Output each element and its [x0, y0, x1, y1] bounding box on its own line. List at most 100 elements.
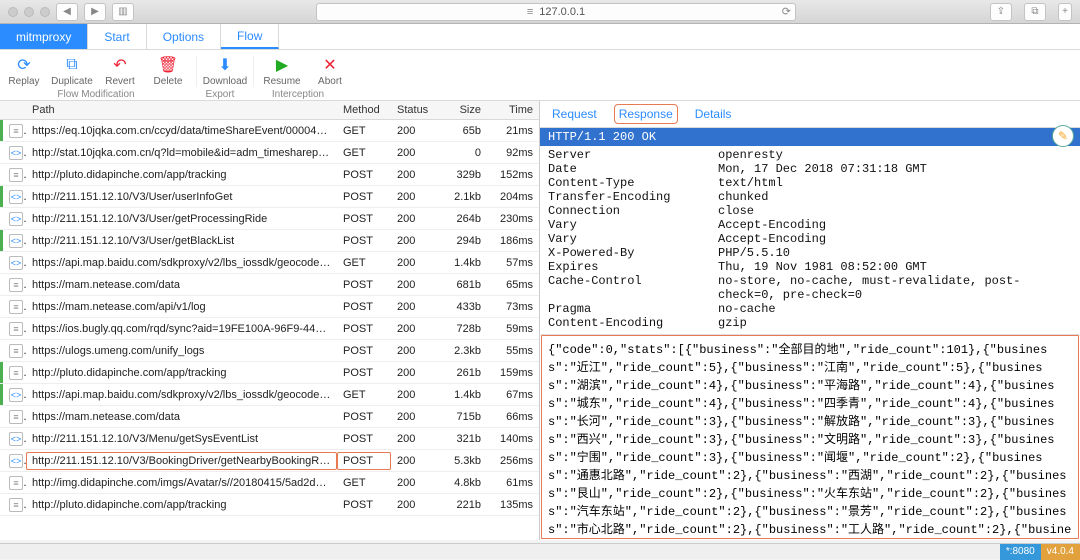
- close-dot[interactable]: [8, 7, 18, 17]
- window-titlebar: ◀ ▶ ▥ ≡ 127.0.0.1 ⟳ ⇪ ⧉ +: [0, 0, 1080, 24]
- flow-time: 57ms: [487, 254, 539, 272]
- resp-tab-response[interactable]: Response: [615, 105, 677, 123]
- flow-type-icon: ≡: [9, 322, 23, 336]
- add-tab-icon[interactable]: +: [1058, 3, 1072, 21]
- resp-tab-details[interactable]: Details: [691, 105, 736, 123]
- flow-status: 200: [391, 496, 435, 514]
- flow-type-icon: ≡: [9, 300, 23, 314]
- flow-type-icon: ≡: [9, 498, 23, 512]
- flow-method: POST: [337, 342, 391, 360]
- delete-button[interactable]: 🗑Delete: [144, 54, 192, 89]
- flow-row[interactable]: <>http://211.151.12.10/V3/User/userInfoG…: [0, 186, 539, 208]
- flow-row[interactable]: ≡https://ios.bugly.qq.com/rqd/sync?aid=1…: [0, 318, 539, 340]
- tab-options[interactable]: Options: [147, 24, 221, 49]
- header-row: VaryAccept-Encoding: [548, 218, 1072, 232]
- main-tabs: mitmproxy Start Options Flow: [0, 24, 1080, 50]
- flow-row[interactable]: ≡https://mam.netease.com/api/v1/logPOST2…: [0, 296, 539, 318]
- flow-time: 66ms: [487, 408, 539, 426]
- flow-row[interactable]: ≡https://mam.netease.com/dataPOST200681b…: [0, 274, 539, 296]
- response-headers: ServeropenrestyDateMon, 17 Dec 2018 07:3…: [540, 146, 1080, 332]
- back-button[interactable]: ◀: [56, 3, 78, 21]
- flow-status: 200: [391, 364, 435, 382]
- header-row: ExpiresThu, 19 Nov 1981 08:52:00 GMT: [548, 260, 1072, 274]
- flow-size: 715b: [435, 408, 487, 426]
- duplicate-button[interactable]: ⧉Duplicate: [48, 54, 96, 89]
- flow-size: 1.4kb: [435, 386, 487, 404]
- flow-url: https://eq.10jqka.com.cn/ccyd/data/timeS…: [26, 122, 337, 140]
- forward-button[interactable]: ▶: [84, 3, 106, 21]
- flow-row[interactable]: <>http://211.151.12.10/V3/Menu/getSysEve…: [0, 428, 539, 450]
- response-body[interactable]: {"code":0,"stats":[{"business":"全部目的地","…: [540, 334, 1080, 540]
- flow-list-pane: Path Method Status Size Time ≡https://eq…: [0, 101, 540, 540]
- flow-status: 200: [391, 320, 435, 338]
- flow-type-icon: <>: [9, 454, 23, 468]
- col-path[interactable]: Path: [26, 101, 337, 119]
- header-row: DateMon, 17 Dec 2018 07:31:18 GMT: [548, 162, 1072, 176]
- flow-row[interactable]: ≡http://img.didapinche.com/imgs/Avatar/s…: [0, 472, 539, 494]
- flow-row[interactable]: <>http://211.151.12.10/V3/User/getProces…: [0, 208, 539, 230]
- flow-url: http://211.151.12.10/V3/User/getProcessi…: [26, 210, 337, 228]
- flow-size: 2.1kb: [435, 188, 487, 206]
- flow-row[interactable]: <>https://api.map.baidu.com/sdkproxy/v2/…: [0, 252, 539, 274]
- flow-type-icon: ≡: [9, 410, 23, 424]
- flow-row[interactable]: <>http://stat.10jqka.com.cn/q?ld=mobile&…: [0, 142, 539, 164]
- flow-row[interactable]: ≡https://mam.netease.com/dataPOST200715b…: [0, 406, 539, 428]
- flow-url: https://mam.netease.com/data: [26, 276, 337, 294]
- flow-size: 1.4kb: [435, 254, 487, 272]
- col-method[interactable]: Method: [337, 101, 391, 119]
- min-dot[interactable]: [24, 7, 34, 17]
- response-tabs: Request Response Details: [540, 101, 1080, 128]
- flow-size: 0: [435, 144, 487, 162]
- share-icon[interactable]: ⇪: [990, 3, 1012, 21]
- reload-icon[interactable]: ⟳: [782, 5, 791, 18]
- flow-url: http://211.151.12.10/V3/BookingDriver/ge…: [26, 452, 337, 470]
- flow-time: 55ms: [487, 342, 539, 360]
- download-button[interactable]: ⬇Download: [201, 54, 249, 89]
- header-row: Cache-Controlno-store, no-cache, must-re…: [548, 274, 1072, 302]
- resp-tab-request[interactable]: Request: [548, 105, 601, 123]
- flow-status: 200: [391, 474, 435, 492]
- flow-url: https://mam.netease.com/data: [26, 408, 337, 426]
- flow-row[interactable]: ≡http://pluto.didapinche.com/app/trackin…: [0, 164, 539, 186]
- col-size[interactable]: Size: [435, 101, 487, 119]
- col-status[interactable]: Status: [391, 101, 435, 119]
- flow-method: POST: [337, 430, 391, 448]
- flow-row[interactable]: ≡http://pluto.didapinche.com/app/trackin…: [0, 494, 539, 516]
- flow-url: http://211.151.12.10/V3/User/userInfoGet: [26, 188, 337, 206]
- flow-type-icon: ≡: [9, 168, 23, 182]
- tab-start[interactable]: Start: [88, 24, 146, 49]
- flow-status: 200: [391, 276, 435, 294]
- tab-flow[interactable]: Flow: [221, 24, 279, 49]
- flow-url: https://mam.netease.com/api/v1/log: [26, 298, 337, 316]
- col-time[interactable]: Time: [487, 101, 539, 119]
- abort-button[interactable]: ✕Abort: [306, 54, 354, 89]
- flow-method: GET: [337, 122, 391, 140]
- replay-button[interactable]: ⟳Replay: [0, 54, 48, 89]
- flow-method: POST: [337, 408, 391, 426]
- flow-row[interactable]: ≡http://pluto.didapinche.com/app/trackin…: [0, 362, 539, 384]
- group-modification: Flow Modification: [0, 89, 192, 100]
- flow-row[interactable]: ≡https://ulogs.umeng.com/unify_logsPOST2…: [0, 340, 539, 362]
- address-bar[interactable]: ≡ 127.0.0.1 ⟳: [316, 3, 796, 21]
- revert-button[interactable]: ↶Revert: [96, 54, 144, 89]
- flow-url: http://pluto.didapinche.com/app/tracking: [26, 166, 337, 184]
- flow-status: 200: [391, 254, 435, 272]
- edit-response-button[interactable]: ✎: [1052, 125, 1074, 147]
- flow-row[interactable]: <>https://api.map.baidu.com/sdkproxy/v2/…: [0, 384, 539, 406]
- tab-brand[interactable]: mitmproxy: [0, 24, 88, 49]
- flow-method: POST: [337, 496, 391, 514]
- flow-time: 135ms: [487, 496, 539, 514]
- flow-row[interactable]: <>http://211.151.12.10/V3/BookingDriver/…: [0, 450, 539, 472]
- flow-time: 159ms: [487, 364, 539, 382]
- sidebar-toggle-icon[interactable]: ▥: [112, 3, 134, 21]
- response-pane: Request Response Details HTTP/1.1 200 OK…: [540, 101, 1080, 540]
- resume-button[interactable]: ▶Resume: [258, 54, 306, 89]
- flow-list-header: Path Method Status Size Time: [0, 101, 539, 120]
- flow-row[interactable]: <>http://211.151.12.10/V3/User/getBlackL…: [0, 230, 539, 252]
- flow-status: 200: [391, 342, 435, 360]
- flow-row[interactable]: ≡https://eq.10jqka.com.cn/ccyd/data/time…: [0, 120, 539, 142]
- flow-size: 2.3kb: [435, 342, 487, 360]
- tabs-icon[interactable]: ⧉: [1024, 3, 1046, 21]
- max-dot[interactable]: [40, 7, 50, 17]
- flow-url: http://img.didapinche.com/imgs/Avatar/s/…: [26, 474, 337, 492]
